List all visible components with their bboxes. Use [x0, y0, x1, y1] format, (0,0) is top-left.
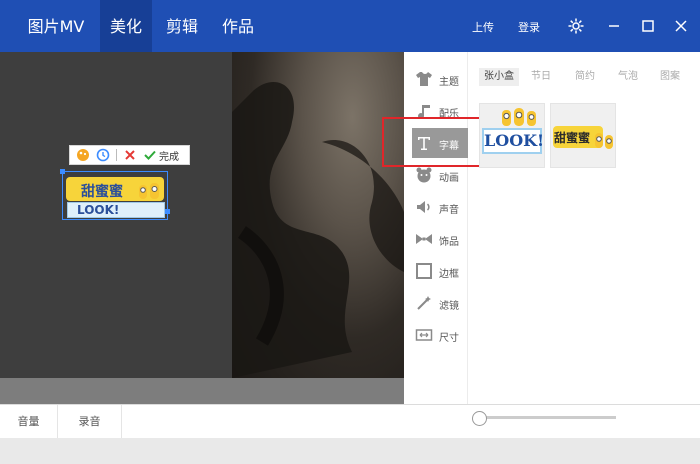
gear-icon[interactable]: [567, 17, 585, 35]
delete-x-icon[interactable]: [123, 148, 137, 162]
done-button[interactable]: 完成: [159, 148, 179, 163]
footer-strip: [0, 438, 700, 464]
volume-button[interactable]: 音量: [0, 405, 58, 439]
category-tab-festival[interactable]: 节日: [527, 68, 555, 86]
tab-edit[interactable]: 剪辑: [156, 0, 208, 52]
tab-beautify[interactable]: 美化: [100, 0, 152, 52]
minion-figure-icon: [595, 133, 613, 149]
caption-main-text: 甜蜜蜜: [81, 184, 123, 200]
sticker-text: 甜蜜蜜: [554, 131, 591, 145]
tab-works[interactable]: 作品: [212, 0, 264, 52]
minion-figure-icon: [502, 108, 536, 126]
preview-photo: [232, 52, 404, 378]
clock-icon[interactable]: [96, 148, 110, 162]
sticker-sweet[interactable]: 甜蜜蜜: [550, 103, 616, 168]
timeline-bar[interactable]: [0, 378, 404, 404]
speaker-icon: [417, 201, 430, 213]
palette-icon[interactable]: [76, 148, 90, 162]
side-item-label: 滤镜: [439, 301, 459, 312]
category-tab-zhangxiaohe[interactable]: 张小盒: [479, 68, 519, 86]
record-button[interactable]: 录音: [58, 405, 122, 439]
bow-icon: [416, 234, 432, 244]
check-icon[interactable]: [143, 148, 157, 162]
caption-edit-toolbar: 完成: [69, 145, 190, 165]
side-item-label: 主题: [439, 77, 459, 88]
side-item-accessory[interactable]: 饰品: [412, 224, 468, 254]
zoom-slider-track[interactable]: [486, 416, 616, 419]
top-bar: 图片MV 美化 剪辑 作品 上传 登录: [0, 0, 700, 52]
magic-wand-icon: [417, 296, 431, 310]
minion-figure-icon: [139, 183, 159, 199]
material-side-nav: 主题 配乐 字幕 动画 声音 饰品 边框 滤镜 尺寸: [404, 52, 468, 404]
category-tab-simple[interactable]: 简约: [571, 68, 599, 86]
bear-face-icon: [416, 167, 432, 183]
side-item-label: 边框: [439, 269, 459, 280]
sticker-look[interactable]: LOOK!: [479, 103, 545, 168]
side-item-label: 声音: [439, 205, 459, 216]
side-item-filter[interactable]: 滤镜: [412, 288, 468, 318]
minimize-icon[interactable]: [605, 17, 623, 35]
shirt-icon: [416, 72, 432, 86]
app-title: 图片MV: [27, 17, 85, 36]
maximize-icon[interactable]: [639, 17, 657, 35]
selected-caption-sticker[interactable]: 甜蜜蜜 LOOK!: [60, 169, 170, 220]
side-item-theme[interactable]: 主题: [412, 64, 468, 94]
close-icon[interactable]: [672, 17, 690, 35]
side-item-frame[interactable]: 边框: [412, 256, 468, 286]
resize-handle[interactable]: [165, 209, 170, 214]
annotation-highlight: [382, 117, 484, 167]
side-item-sound[interactable]: 声音: [412, 192, 468, 222]
side-item-size[interactable]: 尺寸: [412, 320, 468, 350]
side-item-label: 饰品: [439, 237, 459, 248]
frame-icon: [416, 263, 432, 279]
upload-button[interactable]: 上传: [472, 0, 494, 52]
side-item-label: 尺寸: [439, 333, 459, 344]
category-tab-bubble[interactable]: 气泡: [614, 68, 642, 86]
caption-under-text: LOOK!: [77, 203, 120, 217]
photo-shadow-figure: [232, 82, 404, 378]
sticker-text: LOOK!: [484, 131, 545, 150]
bottom-toolbar: 音量 录音: [0, 404, 700, 439]
resize-handle[interactable]: [60, 169, 65, 174]
category-tab-pattern[interactable]: 图案: [656, 68, 684, 86]
zoom-slider-knob[interactable]: [472, 411, 487, 426]
toolbar-divider: [116, 149, 117, 161]
resize-icon: [415, 329, 433, 341]
login-button[interactable]: 登录: [518, 0, 540, 52]
side-item-label: 动画: [439, 173, 459, 184]
